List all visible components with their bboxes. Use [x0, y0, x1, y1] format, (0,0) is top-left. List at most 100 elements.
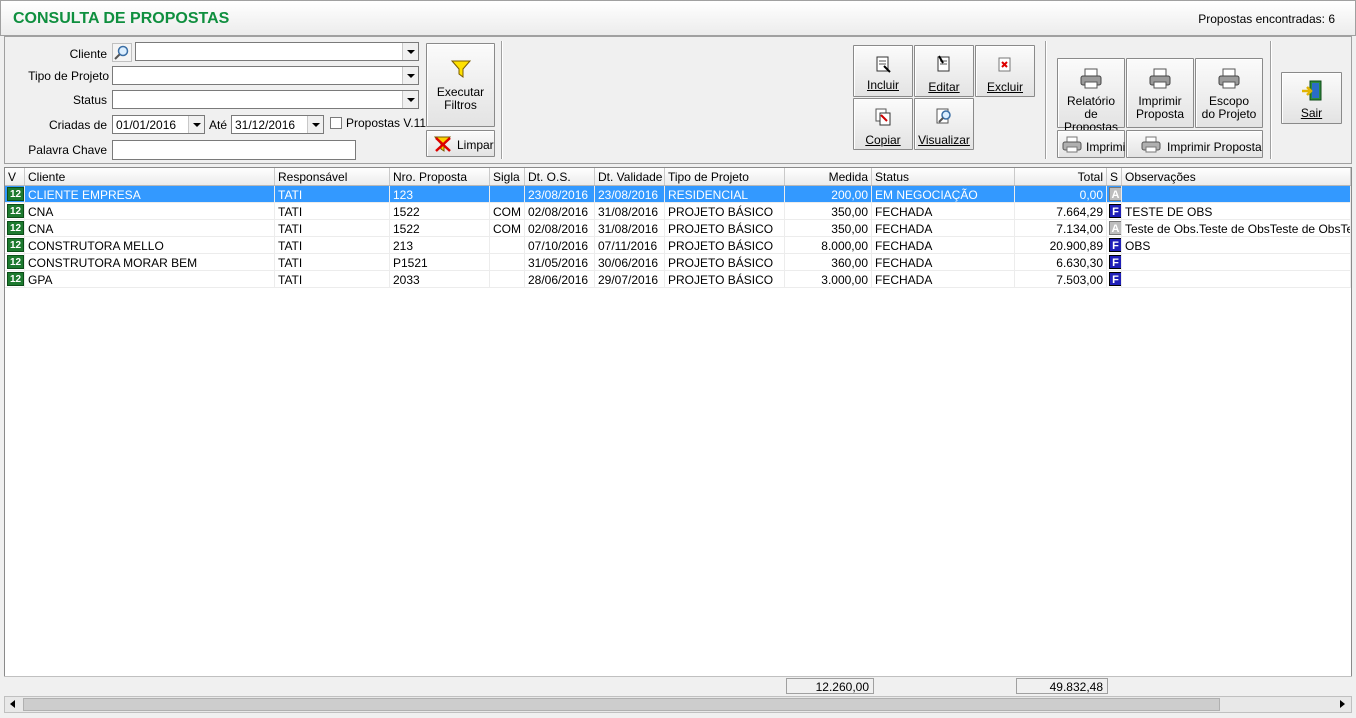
cell-dt-os: 07/10/2016: [525, 237, 595, 254]
status-badge: F: [1109, 255, 1121, 269]
column-header-cliente[interactable]: Cliente: [25, 168, 275, 185]
cell-nro: 2033: [390, 271, 490, 288]
column-header-sigla[interactable]: Sigla: [490, 168, 525, 185]
column-header-s[interactable]: S: [1107, 168, 1122, 185]
scroll-left-icon[interactable]: [5, 697, 22, 712]
column-header-status[interactable]: Status: [872, 168, 1015, 185]
limpar-label: Limpar: [457, 138, 494, 152]
chevron-down-icon[interactable]: [402, 43, 418, 60]
cell-s: A: [1107, 186, 1122, 203]
imprimir-button[interactable]: Imprimir: [1057, 130, 1129, 158]
cell-sigla: COM: [490, 220, 525, 237]
visualizar-button[interactable]: Visualizar: [914, 98, 974, 150]
palavra-chave-input[interactable]: [112, 140, 356, 160]
limpar-button[interactable]: Limpar: [426, 130, 495, 157]
chevron-down-icon[interactable]: [307, 116, 323, 133]
cell-dt-validade: 07/11/2016: [595, 237, 665, 254]
printer-icon: [1062, 136, 1082, 153]
cliente-label: Cliente: [69, 47, 107, 61]
cell-sigla: [490, 186, 525, 203]
editar-button[interactable]: Editar: [914, 45, 974, 97]
column-header-total[interactable]: Total: [1015, 168, 1107, 185]
imprimir-proposta-top-button[interactable]: Imprimir Proposta: [1126, 58, 1194, 128]
cell-dt-os: 28/06/2016: [525, 271, 595, 288]
cell-total: 7.503,00: [1015, 271, 1107, 288]
cliente-search-button[interactable]: [112, 43, 132, 62]
escopo-projeto-button[interactable]: Escopo do Projeto: [1195, 58, 1263, 128]
cell-tipo: PROJETO BÁSICO: [665, 220, 785, 237]
cell-s: F: [1107, 203, 1122, 220]
relatorio-propostas-button[interactable]: Relatório de Propostas: [1057, 58, 1125, 134]
funnel-icon: [450, 60, 471, 78]
cell-status: FECHADA: [872, 237, 1015, 254]
cell-dt-validade: 23/08/2016: [595, 186, 665, 203]
delete-document-icon: [998, 57, 1011, 72]
cell-s: A: [1107, 220, 1122, 237]
table-row[interactable]: 12 CONSTRUTORA MORAR BEM TATI P1521 31/05/20…: [5, 254, 1351, 271]
table-row[interactable]: 12 CONSTRUTORA MELLO TATI 213 07/10/2016 07/1…: [5, 237, 1351, 254]
column-header-dt-validade[interactable]: Dt. Validade: [595, 168, 665, 185]
version-badge-icon: 12: [7, 221, 24, 235]
copiar-button[interactable]: Copiar: [853, 98, 913, 150]
criadas-de-date[interactable]: 01/01/2016: [112, 115, 205, 134]
printer-icon: [1141, 136, 1161, 153]
imprimir-label: Imprimir: [1086, 140, 1130, 154]
horizontal-scrollbar[interactable]: [4, 696, 1352, 713]
excluir-button[interactable]: Excluir: [975, 45, 1035, 97]
printer-icon: [1149, 68, 1171, 89]
cell-tipo: PROJETO BÁSICO: [665, 203, 785, 220]
cell-v: 12: [5, 203, 25, 220]
cell-total: 0,00: [1015, 186, 1107, 203]
cell-total: 7.134,00: [1015, 220, 1107, 237]
propostas-v11-label: Propostas V.11: [346, 116, 427, 130]
escopo-projeto-label: Escopo do Projeto: [1201, 94, 1257, 121]
cell-cliente: CONSTRUTORA MORAR BEM: [25, 254, 275, 271]
cell-s: F: [1107, 254, 1122, 271]
table-row[interactable]: 12 CLIENTE EMPRESA TATI 123 23/08/2016 23/08/…: [5, 186, 1351, 203]
column-header-tipo[interactable]: Tipo de Projeto: [665, 168, 785, 185]
printer-icon: [1080, 68, 1102, 89]
status-badge: F: [1109, 238, 1121, 252]
incluir-button[interactable]: Incluir: [853, 45, 913, 97]
ate-label: Até: [209, 118, 228, 132]
version-badge-icon: 12: [7, 272, 24, 286]
incluir-label: Incluir: [866, 78, 899, 92]
sair-button[interactable]: Sair: [1281, 72, 1342, 124]
cell-medida: 8.000,00: [785, 237, 872, 254]
cell-nro: 1522: [390, 220, 490, 237]
chevron-down-icon[interactable]: [402, 67, 418, 84]
table-row[interactable]: 12 GPA TATI 2033 28/06/2016 29/07/2016 PROJETO…: [5, 271, 1351, 288]
column-header-nro[interactable]: Nro. Proposta: [390, 168, 490, 185]
tipo-projeto-combo[interactable]: [112, 66, 419, 85]
chevron-down-icon[interactable]: [402, 91, 418, 108]
status-label: Status: [72, 93, 107, 107]
imprimir-proposta-button[interactable]: Imprimir Proposta: [1126, 130, 1263, 158]
cell-responsavel: TATI: [275, 203, 390, 220]
proposals-grid[interactable]: V Cliente Responsável Nro. Proposta Sigla Dt.…: [4, 167, 1352, 694]
cell-nro: 1522: [390, 203, 490, 220]
propostas-v11-checkbox[interactable]: [330, 117, 342, 129]
status-combo[interactable]: [112, 90, 419, 109]
status-badge: A: [1109, 221, 1121, 235]
cell-dt-validade: 30/06/2016: [595, 254, 665, 271]
ate-date[interactable]: 31/12/2016: [231, 115, 324, 134]
chevron-down-icon[interactable]: [188, 116, 204, 133]
cliente-combo[interactable]: [135, 42, 419, 61]
table-row[interactable]: 12 CNA TATI 1522 COM 02/08/2016 31/08/2016 PROJ…: [5, 220, 1351, 237]
totals-bar: 12.260,00 49.832,48: [4, 676, 1352, 694]
column-header-responsavel[interactable]: Responsável: [275, 168, 390, 185]
imprimir-proposta-top-label: Imprimir Proposta: [1135, 94, 1185, 121]
column-header-v[interactable]: V: [5, 168, 25, 185]
executar-filtros-button[interactable]: Executar Filtros: [426, 43, 495, 127]
column-header-obs[interactable]: Observações: [1122, 168, 1351, 185]
cell-medida: 350,00: [785, 203, 872, 220]
column-header-medida[interactable]: Medida: [785, 168, 872, 185]
scroll-thumb[interactable]: [23, 698, 1220, 711]
scroll-right-icon[interactable]: [1334, 697, 1351, 712]
cell-obs: TESTE DE OBS: [1122, 203, 1351, 220]
column-header-dt-os[interactable]: Dt. O.S.: [525, 168, 595, 185]
divider: [1270, 41, 1272, 159]
magnifier-icon: [114, 45, 129, 60]
sair-label: Sair: [1300, 106, 1323, 120]
table-row[interactable]: 12 CNA TATI 1522 COM 02/08/2016 31/08/2016 PROJ…: [5, 203, 1351, 220]
